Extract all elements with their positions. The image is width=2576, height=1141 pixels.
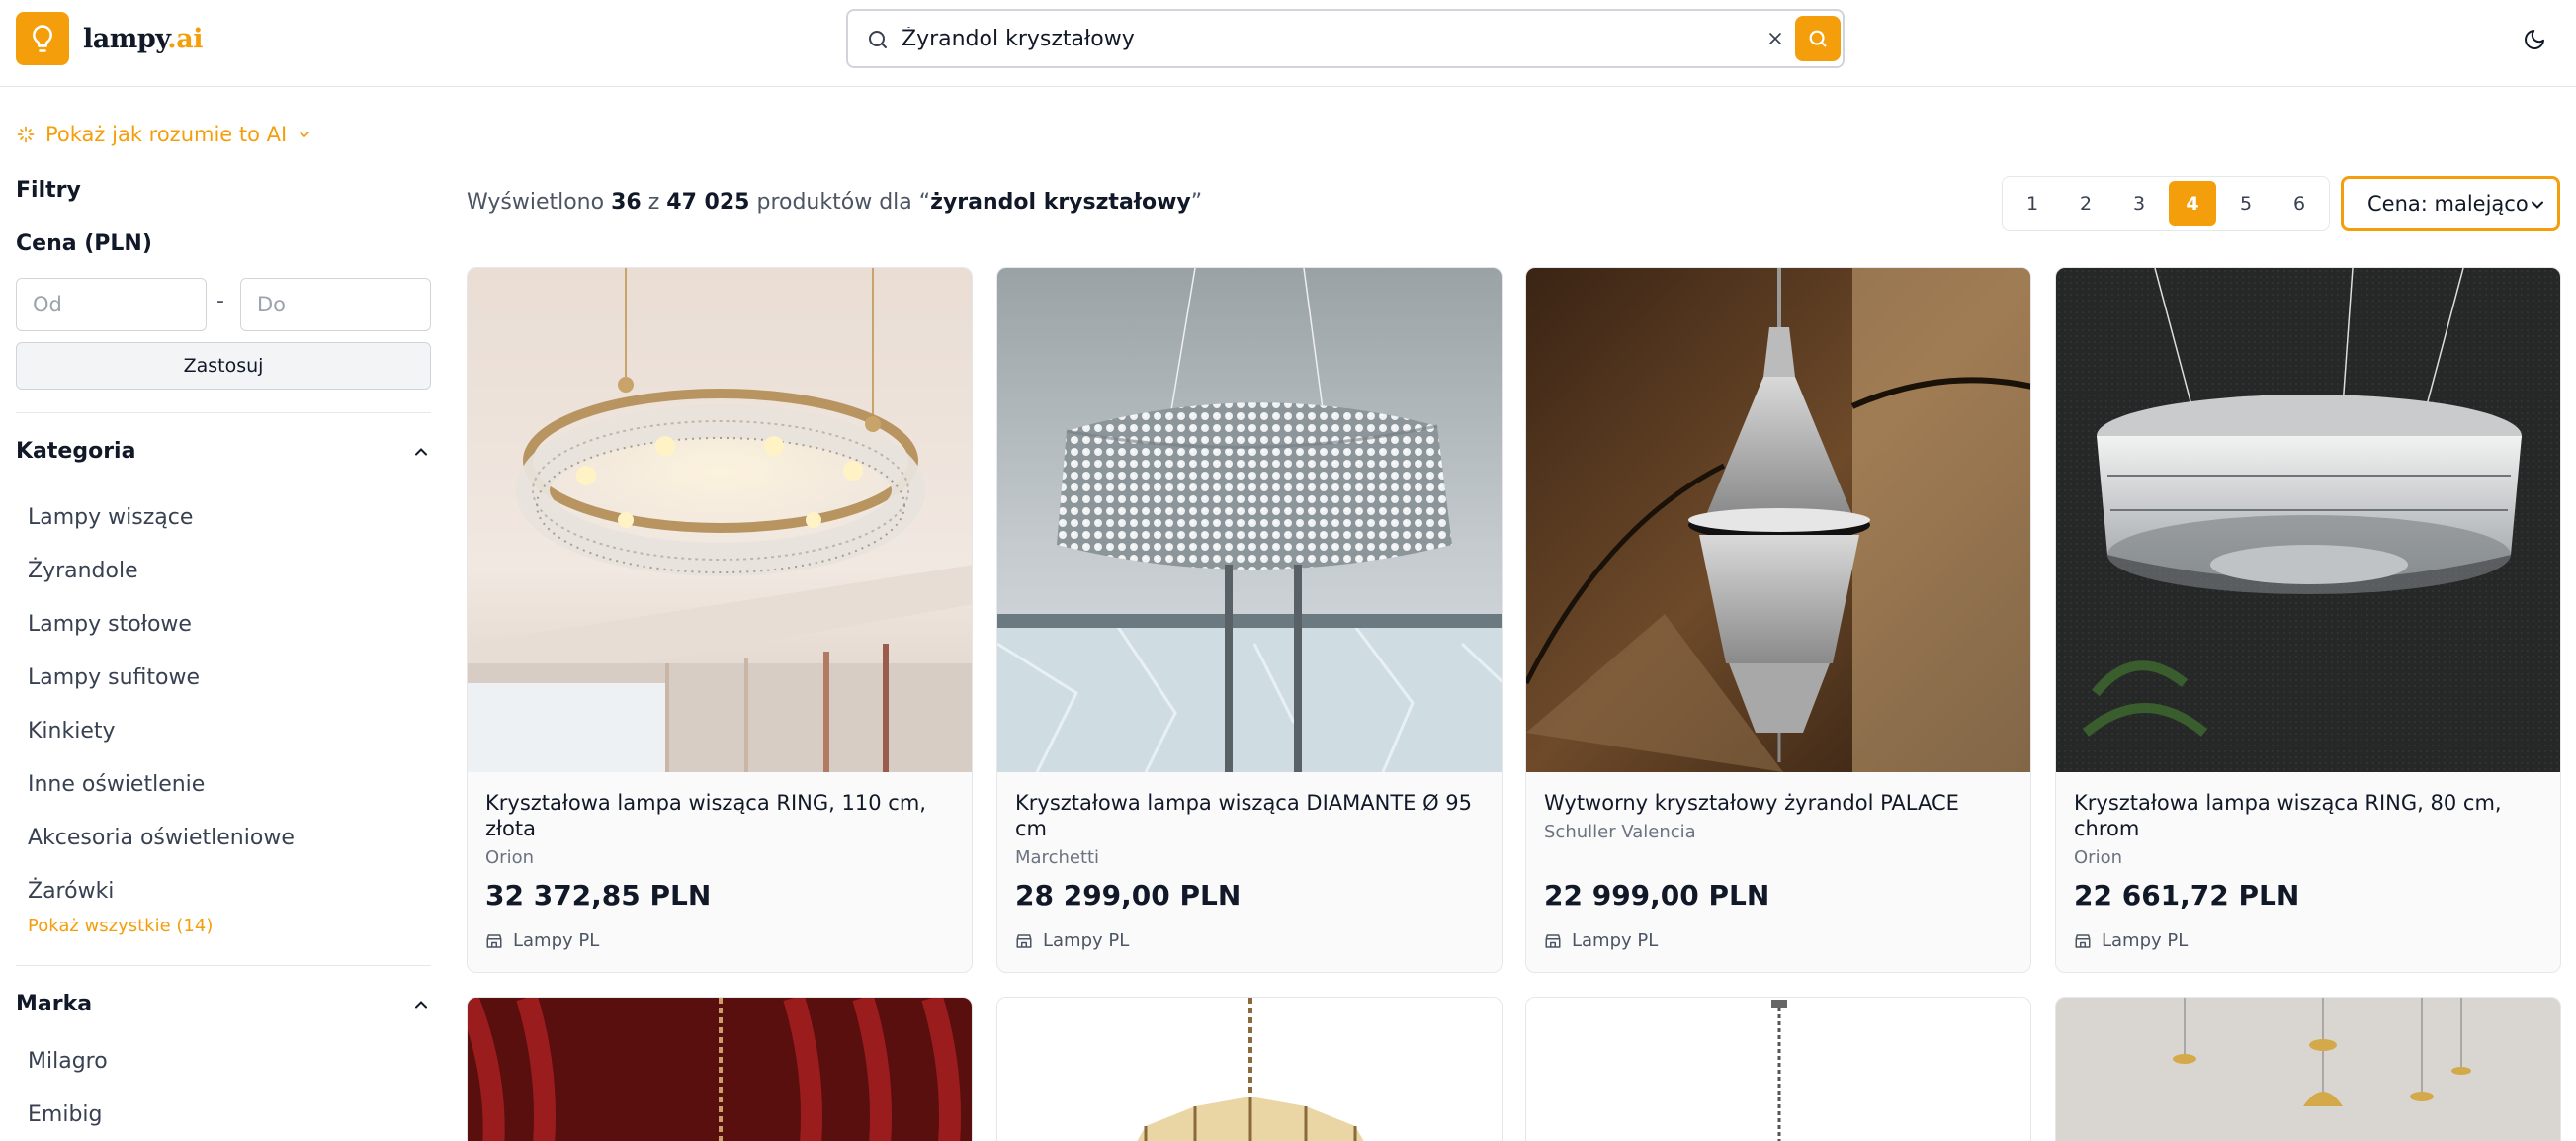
chevron-up-icon [415, 1000, 427, 1008]
product-shop: Lampy PL [485, 930, 599, 951]
close-icon[interactable] [1760, 23, 1791, 54]
divider [16, 965, 431, 966]
store-icon [2075, 933, 2091, 948]
chevron-down-icon [300, 132, 310, 138]
product-image[interactable] [997, 268, 1502, 772]
ai-link-label: Pokaż jak rozumie to AI [45, 123, 288, 146]
category-item-zyrandole[interactable]: Żyrandole [28, 544, 295, 597]
product-shop: Lampy PL [1015, 930, 1129, 951]
product-image[interactable] [2056, 268, 2560, 772]
lightbulb-icon [16, 12, 69, 65]
apply-button[interactable]: Zastosuj [16, 342, 431, 390]
product-price: 32 372,85 PLN [485, 879, 712, 912]
page-button-4-active[interactable]: 4 [2169, 181, 2216, 226]
store-icon [486, 933, 502, 948]
product-brand: Marchetti [1015, 847, 1100, 868]
product-price: 22 999,00 PLN [1544, 879, 1770, 912]
brand-title: Marka [16, 992, 93, 1016]
price-title: Cena (PLN) [16, 231, 152, 256]
price-to-input[interactable] [240, 278, 431, 331]
page-button-6[interactable]: 6 [2275, 181, 2323, 226]
product-card[interactable]: Wytworny kryształowy żyrandol PALACE Sch… [1525, 267, 2031, 973]
moon-icon[interactable] [2517, 22, 2552, 57]
brand-list: Milagro Emibig [28, 1034, 108, 1141]
product-image[interactable] [1526, 998, 2031, 1141]
store-icon [1016, 933, 1032, 948]
shop-label: Lampy PL [513, 930, 600, 951]
product-card[interactable]: Kryształowa lampa wisząca DIAMANTE Ø 95 … [996, 267, 1503, 973]
logo-text: lampy.ai [83, 23, 203, 54]
sort-select[interactable]: Cena: malejąco [2341, 176, 2560, 231]
category-title: Kategoria [16, 439, 136, 464]
product-image[interactable] [997, 998, 1503, 1141]
brand-item-milagro[interactable]: Milagro [28, 1034, 108, 1088]
chevron-up-icon [415, 447, 427, 455]
product-image[interactable] [2056, 998, 2561, 1141]
category-list: Lampy wiszące Żyrandole Lampy stołowe La… [28, 490, 295, 918]
product-card[interactable] [467, 997, 973, 1141]
shop-label: Lampy PL [1572, 930, 1659, 951]
logo[interactable]: lampy.ai [16, 12, 203, 65]
product-image[interactable] [468, 268, 972, 772]
product-card[interactable] [2055, 997, 2561, 1141]
search-icon [866, 28, 890, 55]
search-bar [846, 9, 1845, 68]
product-card[interactable] [1525, 997, 2031, 1141]
search-button[interactable] [1795, 16, 1841, 61]
top-bar: lampy.ai [0, 0, 2576, 87]
divider [16, 412, 431, 413]
sparkles-icon [17, 126, 35, 143]
product-brand: Orion [485, 847, 534, 868]
search-input[interactable] [902, 19, 1752, 58]
product-title[interactable]: Wytworny kryształowy żyrandol PALACE [1544, 790, 2009, 816]
results-summary: Wyświetlono 36 z 47 025 produktów dla “ż… [467, 190, 1203, 215]
page-button-2[interactable]: 2 [2062, 181, 2109, 226]
product-shop: Lampy PL [2074, 930, 2188, 951]
product-title[interactable]: Kryształowa lampa wisząca RING, 80 cm, c… [2074, 790, 2538, 841]
price-from-input[interactable] [16, 278, 207, 331]
page-button-1[interactable]: 1 [2009, 181, 2056, 226]
page-button-5[interactable]: 5 [2222, 181, 2270, 226]
price-dash: - [216, 289, 224, 313]
shop-label: Lampy PL [2102, 930, 2189, 951]
chevron-down-icon [2532, 201, 2543, 209]
brand-section-header[interactable]: Marka [16, 992, 431, 1016]
product-shop: Lampy PL [1544, 930, 1658, 951]
pagination: 1 2 3 4 5 6 [2002, 176, 2330, 231]
product-card[interactable]: Kryształowa lampa wisząca RING, 80 cm, c… [2055, 267, 2561, 973]
shop-label: Lampy PL [1043, 930, 1130, 951]
category-item-lampy-wiszace[interactable]: Lampy wiszące [28, 490, 295, 544]
category-item-kinkiety[interactable]: Kinkiety [28, 704, 295, 757]
product-title[interactable]: Kryształowa lampa wisząca RING, 110 cm, … [485, 790, 950, 841]
category-section-header[interactable]: Kategoria [16, 439, 431, 464]
category-item-lampy-stolowe[interactable]: Lampy stołowe [28, 597, 295, 651]
product-image[interactable] [1526, 268, 2030, 772]
product-brand: Orion [2074, 847, 2122, 868]
product-card[interactable] [996, 997, 1503, 1141]
category-item-inne-oswietlenie[interactable]: Inne oświetlenie [28, 757, 295, 811]
store-icon [1545, 933, 1561, 948]
show-all-categories-link[interactable]: Pokaż wszystkie (14) [28, 916, 213, 936]
search-icon [1809, 30, 1827, 47]
category-item-akcesoria[interactable]: Akcesoria oświetleniowe [28, 811, 295, 864]
category-item-zarowki[interactable]: Żarówki [28, 864, 295, 918]
filters-title: Filtry [16, 178, 81, 203]
product-card[interactable]: Kryształowa lampa wisząca RING, 110 cm, … [467, 267, 973, 973]
product-price: 22 661,72 PLN [2074, 879, 2300, 912]
ai-understanding-link[interactable]: Pokaż jak rozumie to AI [16, 123, 312, 146]
category-item-lampy-sufitowe[interactable]: Lampy sufitowe [28, 651, 295, 704]
product-brand: Schuller Valencia [1544, 822, 1696, 842]
product-image[interactable] [468, 998, 973, 1141]
product-price: 28 299,00 PLN [1015, 879, 1242, 912]
brand-item-emibig[interactable]: Emibig [28, 1088, 108, 1141]
page-button-3[interactable]: 3 [2115, 181, 2163, 226]
sort-value: Cena: malejąco [2367, 192, 2529, 216]
product-title[interactable]: Kryształowa lampa wisząca DIAMANTE Ø 95 … [1015, 790, 1480, 841]
